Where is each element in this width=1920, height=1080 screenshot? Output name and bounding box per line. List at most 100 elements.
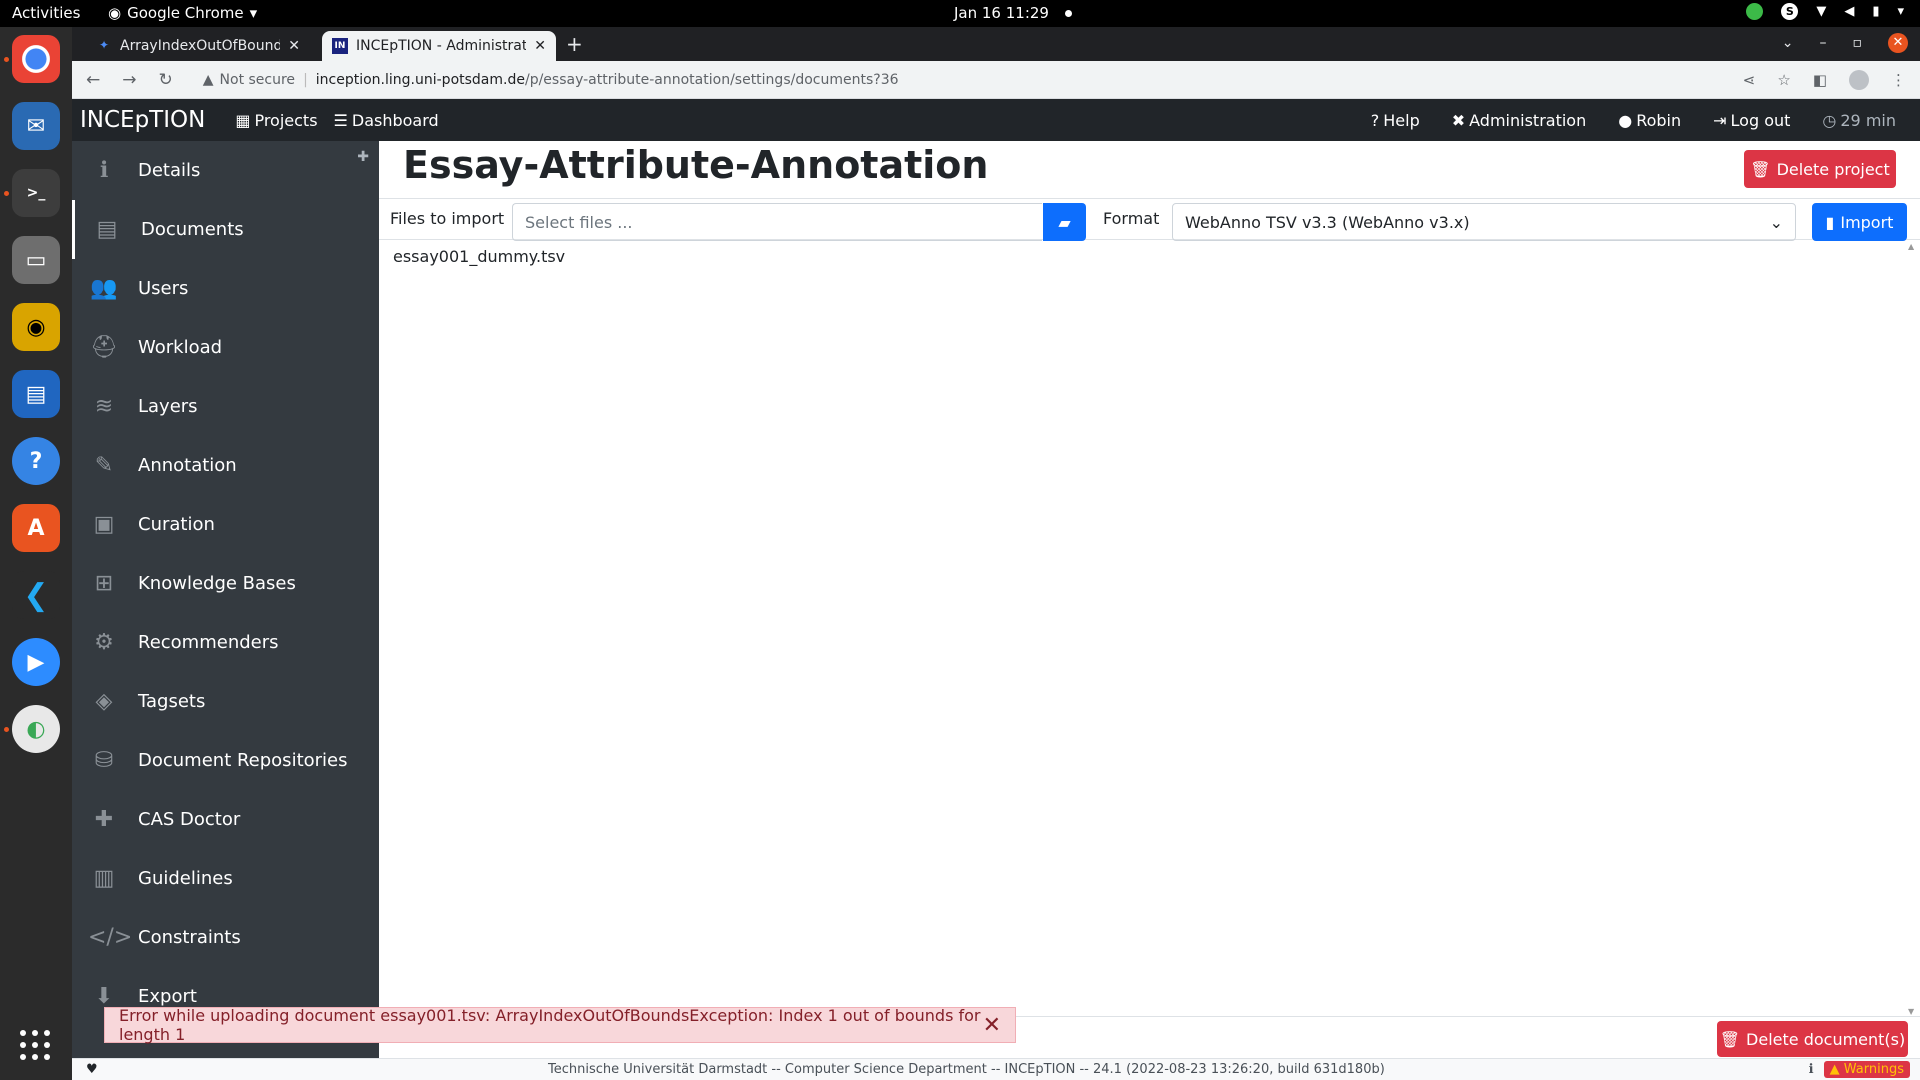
forward-icon[interactable]: → (122, 70, 136, 90)
minimize-icon[interactable]: – (1820, 35, 1827, 51)
document-list-scrollbar[interactable]: ▲ ▼ (1908, 242, 1918, 1016)
back-icon[interactable]: ← (86, 70, 100, 90)
nav-administration[interactable]: ✖ Administration (1452, 111, 1586, 130)
browser-tab-strip: ✦ ArrayIndexOutOfBounds ✕ IN INCEpTION -… (72, 27, 1920, 61)
chrome-icon[interactable] (12, 35, 60, 83)
thunderbird-icon[interactable]: ✉ (12, 102, 60, 150)
main-content: Essay-Attribute-Annotation 🗑 Delete proj… (379, 141, 1920, 1058)
activities-button[interactable]: Activities (12, 4, 80, 22)
menu-kebab-icon[interactable]: ⋮ (1891, 71, 1906, 89)
close-icon[interactable]: ✕ (534, 38, 546, 54)
profile-avatar-icon[interactable] (1849, 69, 1869, 90)
delete-project-button[interactable]: 🗑 Delete project (1744, 150, 1896, 188)
sidebar-item-users[interactable]: 👥 Users (72, 259, 379, 318)
os-top-bar: Activities ◉ Google Chrome ▾ Jan 16 11:2… (0, 0, 1920, 27)
file-placeholder: Select files ... (525, 212, 633, 232)
tags-icon: ◈ (95, 689, 113, 714)
sidebar-item-constraints[interactable]: </> Constraints (72, 908, 379, 967)
import-button[interactable]: ▮ Import (1812, 203, 1907, 241)
battery-icon: ▮ (1872, 4, 1880, 19)
nav-user[interactable]: ● Robin (1618, 111, 1681, 130)
side-panel-icon[interactable]: ◧ (1813, 71, 1827, 89)
sidebar-item-label: CAS Doctor (138, 809, 241, 830)
sidebar-item-recommenders[interactable]: ⚙ Recommenders (72, 613, 379, 672)
close-icon[interactable]: ✕ (983, 1013, 1001, 1038)
url-field[interactable]: inception.ling.uni-potsdam.de/p/essay-at… (316, 72, 899, 88)
zoom-icon[interactable]: ▶ (12, 638, 60, 686)
nav-user-label: Robin (1636, 110, 1682, 130)
brand-logo[interactable]: INCEpTION (80, 107, 205, 133)
software-center-icon[interactable]: A (12, 504, 60, 552)
bookmark-star-icon[interactable]: ☆ (1777, 71, 1790, 89)
sidebar-item-guidelines[interactable]: ▥ Guidelines (72, 849, 379, 908)
heart-icon[interactable]: ♥ (86, 1062, 98, 1077)
format-selected-value: WebAnno TSV v3.3 (WebAnno v3.x) (1185, 212, 1470, 232)
scroll-up-icon[interactable]: ▲ (1908, 242, 1914, 251)
tray-menu-icon[interactable]: ▾ (1897, 4, 1904, 19)
clock[interactable]: Jan 16 11:29 (954, 4, 1072, 22)
app-footer: ♥ Technische Universität Darmstadt -- Co… (72, 1058, 1920, 1080)
running-dot-icon (4, 191, 9, 196)
page-title: Essay-Attribute-Annotation (403, 143, 989, 187)
restore-icon[interactable]: ▫ (1853, 35, 1863, 51)
help-icon[interactable]: ? (12, 437, 60, 485)
sidebar-item-cas-doctor[interactable]: ✚ CAS Doctor (72, 790, 379, 849)
sidebar-item-tagsets[interactable]: ◈ Tagsets (72, 672, 379, 731)
nav-dashboard[interactable]: ☰ Dashboard (334, 111, 439, 130)
sidebar-item-documents[interactable]: ▤ Documents (72, 200, 379, 259)
rhythmbox-icon[interactable]: ◉ (12, 303, 60, 351)
files-icon[interactable]: ▭ (12, 236, 60, 284)
sidebar-item-layers[interactable]: ≋ Layers (72, 377, 379, 436)
document-list[interactable]: essay001_dummy.tsv (393, 247, 565, 266)
sidebar-item-workload[interactable]: ⛑ Workload (72, 318, 379, 377)
writer-icon[interactable]: ▤ (12, 370, 60, 418)
close-icon[interactable]: ✕ (288, 38, 300, 54)
nav-dashboard-label: Dashboard (351, 110, 439, 130)
import-form: Files to import Select files ... ▰ Forma… (379, 198, 1920, 241)
nav-logout[interactable]: ⇥ Log out (1713, 111, 1790, 130)
new-tab-icon[interactable]: + (566, 32, 583, 56)
browser-tab[interactable]: ✦ ArrayIndexOutOfBounds ✕ (86, 31, 310, 61)
share-icon[interactable]: ⋖ (1743, 71, 1756, 89)
app-name: Google Chrome (127, 4, 244, 22)
sidebar-item-knowledge-bases[interactable]: ⊞ Knowledge Bases (72, 554, 379, 613)
tray-skype-icon[interactable]: S (1781, 3, 1799, 20)
sidebar-item-curation[interactable]: ▣ Curation (72, 495, 379, 554)
format-select[interactable]: WebAnno TSV v3.3 (WebAnno v3.x) ⌄ (1172, 203, 1796, 241)
nav-help-label: Help (1383, 110, 1420, 130)
sidebar-item-annotation[interactable]: ✎ Annotation (72, 436, 379, 495)
notification-dot-icon (1064, 9, 1072, 17)
security-indicator[interactable]: ▲ Not secure (203, 72, 295, 88)
list-item[interactable]: essay001_dummy.tsv (393, 247, 565, 266)
browse-files-button[interactable]: ▰ (1043, 203, 1086, 241)
code-icon: </> (88, 925, 133, 950)
chrome-small-icon: ◉ (108, 4, 122, 22)
sidebar-item-details[interactable]: ℹ Details (72, 141, 379, 200)
globe-app-icon[interactable]: ◐ (12, 705, 60, 753)
wifi-icon: ▼ (1816, 4, 1827, 19)
app-menu[interactable]: ◉ Google Chrome ▾ (108, 4, 257, 22)
tray-shield-icon[interactable] (1746, 3, 1764, 20)
show-apps-icon[interactable] (20, 1030, 52, 1062)
browser-tab-active[interactable]: IN INCEpTION - Administrati ✕ (322, 31, 556, 61)
sidebar-item-label: Layers (138, 396, 198, 417)
tab-search-icon[interactable]: ⌄ (1782, 35, 1794, 51)
reload-icon[interactable]: ↻ (159, 70, 173, 90)
delete-documents-button[interactable]: 🗑 Delete document(s) (1717, 1021, 1908, 1057)
vscode-icon[interactable]: ❮ (12, 571, 60, 619)
warnings-badge[interactable]: ▲ Warnings (1823, 1061, 1910, 1078)
system-tray[interactable]: S ▼ ◀ ▮ ▾ (1746, 3, 1904, 20)
url-path: /p/essay-attribute-annotation/settings/d… (524, 71, 899, 88)
file-select-input[interactable]: Select files ... (512, 203, 1042, 241)
warning-triangle-icon: ▲ (202, 71, 214, 88)
address-bar: ← → ↻ ▲ Not secure | inception.ling.uni-… (72, 61, 1920, 99)
trash-icon: 🗑 (1750, 159, 1771, 179)
scroll-down-icon[interactable]: ▼ (1908, 1007, 1914, 1016)
window-close-icon[interactable]: ✕ (1888, 33, 1908, 53)
info-icon[interactable]: ℹ (1809, 1062, 1814, 1077)
terminal-icon[interactable]: >_ (12, 169, 60, 217)
nav-projects[interactable]: ▦ Projects (235, 111, 317, 130)
sidebar-item-document-repositories[interactable]: ⛁ Document Repositories (72, 731, 379, 790)
nav-help[interactable]: ? Help (1371, 111, 1420, 130)
question-circle-icon: ? (1370, 110, 1380, 130)
